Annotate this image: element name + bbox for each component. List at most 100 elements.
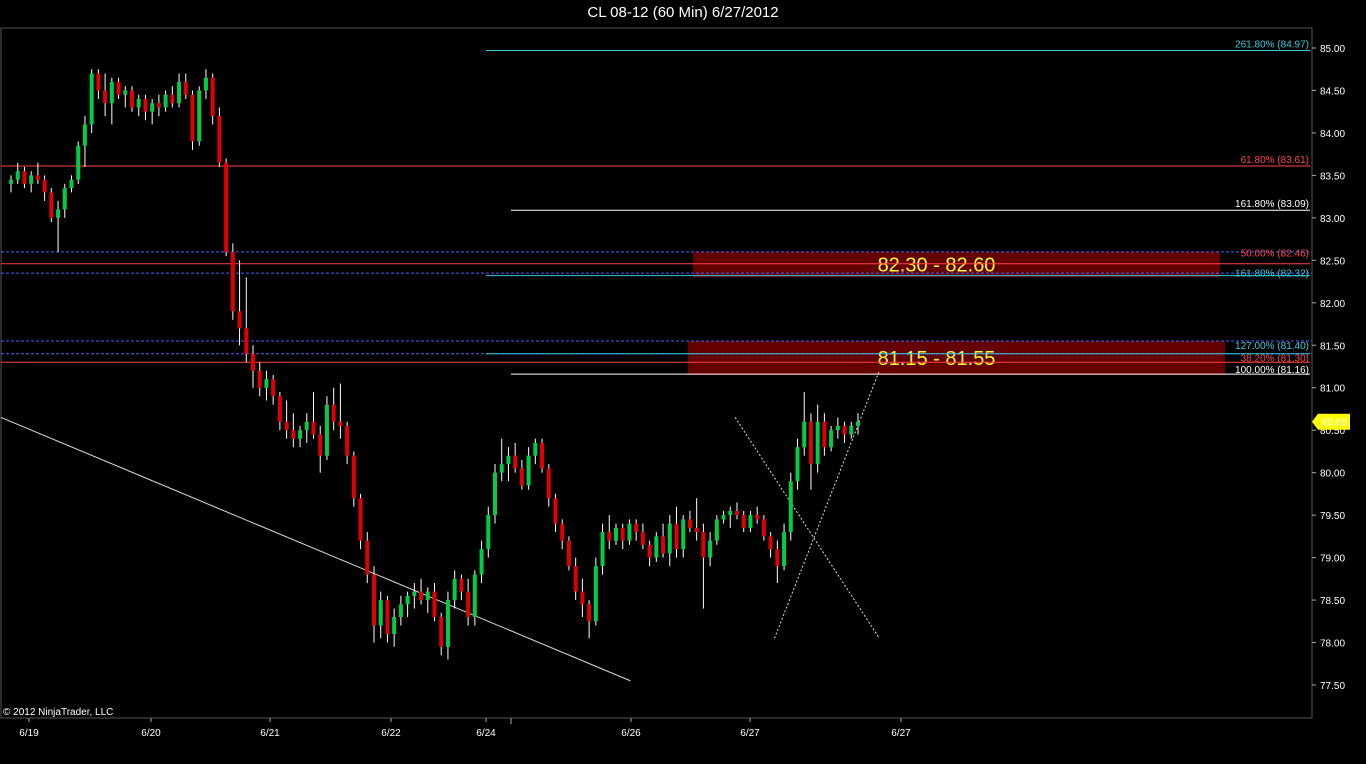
candle-body: [553, 498, 558, 524]
candle-body: [479, 549, 484, 575]
candle-body: [808, 421, 813, 465]
candle-body: [412, 591, 417, 596]
candle-body: [526, 455, 531, 486]
fib-level-label: 261.80% (84.97): [1235, 40, 1309, 51]
candle-body: [768, 536, 773, 550]
candle-body: [15, 171, 20, 180]
candle-body: [560, 523, 565, 541]
candle-body: [35, 175, 40, 180]
x-tick-label: 6/20: [141, 728, 161, 739]
copyright-text: © 2012 NinjaTrader, LLC: [3, 707, 113, 718]
candle-body: [392, 617, 397, 635]
badge-label: 80.60: [1322, 418, 1347, 429]
candle-body: [452, 578, 457, 601]
candle-body: [593, 566, 598, 622]
candle-body: [620, 527, 625, 541]
candle-body: [856, 421, 860, 426]
candle-body: [69, 179, 74, 189]
candle-body: [728, 510, 733, 516]
candle-body: [439, 617, 444, 647]
y-tick-label: 81.00: [1320, 384, 1345, 395]
candle-body: [580, 591, 585, 605]
candle-body: [513, 455, 518, 469]
candle-body: [634, 523, 639, 533]
candle-body: [109, 81, 114, 104]
candle-body: [378, 600, 383, 626]
fib-levels: 261.80% (84.97) 61.80% (83.61) 161.80% (83…: [1, 40, 1312, 376]
fib-level-label: 161.80% (82.32): [1235, 269, 1309, 280]
candle-body: [735, 510, 739, 516]
y-tick-label: 79.00: [1320, 554, 1345, 565]
candle-body: [116, 81, 121, 95]
candle-body: [156, 103, 161, 108]
candle-body: [190, 94, 195, 142]
candlestick-chart[interactable]: 82.30 - 82.6081.15 - 81.55 261.80% (84.9…: [0, 0, 1366, 764]
candle-body: [419, 591, 424, 601]
candle-body: [136, 98, 141, 108]
candle-body: [183, 81, 188, 95]
candle-body: [708, 540, 713, 558]
candle-body: [486, 515, 491, 550]
candle-body: [681, 519, 686, 550]
candle-body: [49, 192, 54, 218]
y-tick-label: 82.00: [1320, 299, 1345, 310]
candle-body: [627, 523, 632, 541]
candle-body: [459, 578, 464, 592]
candle-body: [748, 515, 753, 528]
trendline: [0, 416, 631, 682]
candle-body: [493, 472, 497, 516]
candle-body: [82, 124, 87, 146]
y-tick-label: 78.50: [1320, 596, 1345, 607]
fib-level-label: 100.00% (81.16): [1235, 365, 1309, 376]
candle-body: [519, 468, 524, 486]
candle-body: [365, 540, 370, 575]
y-tick-label: 82.50: [1320, 256, 1345, 267]
candle-body: [9, 179, 13, 184]
x-tick-label: 6/19: [19, 728, 39, 739]
candle-body: [385, 600, 390, 635]
candle-body: [103, 90, 108, 104]
fib-level-label: 127.00% (81.40): [1235, 341, 1309, 352]
candle-body: [829, 430, 834, 448]
candle-body: [56, 209, 61, 218]
candle-body: [701, 532, 706, 558]
last-price-badge: 80.60: [1312, 413, 1350, 430]
candle-body: [251, 353, 255, 371]
candle-body: [755, 515, 760, 520]
candle-body: [284, 421, 289, 431]
fib-level-label: 161.80% (83.09): [1235, 199, 1309, 210]
candle-body: [29, 175, 34, 184]
candle-body: [163, 94, 168, 108]
candle-body: [224, 162, 229, 252]
candle-body: [714, 519, 719, 541]
fib-level-label: 38.20% (81.30): [1241, 353, 1309, 364]
candle-body: [170, 94, 175, 104]
candle-body: [351, 455, 356, 499]
candle-body: [842, 425, 847, 435]
x-tick-label: 6/27: [891, 728, 911, 739]
candle-body: [546, 468, 551, 499]
candle-body: [372, 574, 376, 626]
trendline: [734, 417, 880, 639]
price-axis[interactable]: 77.5078.0078.5079.0079.5080.0080.5081.00…: [1312, 44, 1345, 692]
candle-body: [667, 523, 672, 554]
y-tick-label: 80.00: [1320, 469, 1345, 480]
candle-body: [540, 442, 545, 469]
candle-body: [661, 536, 666, 554]
candle-body: [445, 600, 450, 647]
candle-body: [782, 532, 787, 567]
candle-body: [271, 379, 276, 397]
candle-body: [674, 523, 679, 550]
candle-body: [217, 115, 222, 163]
candle-body: [607, 532, 612, 541]
candle-body: [304, 421, 309, 431]
candle-body: [143, 98, 148, 112]
candle-body: [244, 328, 249, 354]
x-tick-label: 6/24: [476, 728, 496, 739]
candle-body: [566, 540, 571, 567]
candle-body: [775, 549, 780, 567]
candle-body: [398, 604, 403, 618]
y-tick-label: 77.50: [1320, 681, 1345, 692]
candle-body: [291, 430, 296, 439]
time-axis[interactable]: 6/19 6/20 6/21 6/22 6/24 6/26 6/27 6/27: [19, 718, 911, 739]
